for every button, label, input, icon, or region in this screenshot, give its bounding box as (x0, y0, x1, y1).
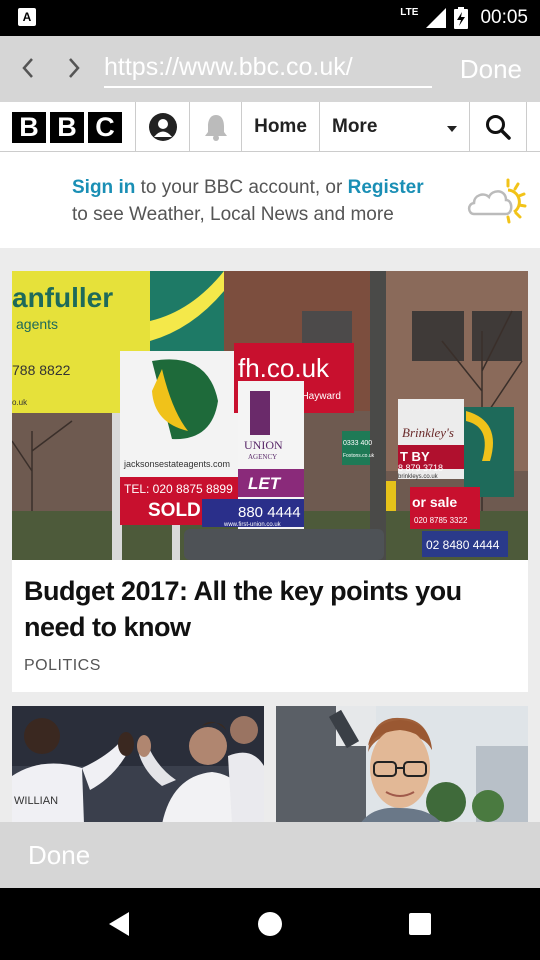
system-navigation-bar (0, 888, 540, 960)
man-portrait-photo (276, 706, 528, 824)
jersey-name: WILLIAN (14, 795, 58, 807)
account-button[interactable] (135, 102, 189, 152)
register-link[interactable]: Register (348, 177, 424, 198)
back-button[interactable] (10, 50, 46, 86)
sign5-status: T BY (400, 449, 430, 464)
bbc-logo[interactable]: B B C (12, 112, 122, 143)
logo-letter-b1: B (12, 112, 46, 143)
logo-letter-c: C (88, 112, 122, 143)
done-button-top[interactable]: Done (460, 54, 522, 85)
sign2-sold: SOLD (148, 500, 201, 521)
sign2-web: jacksonsestateagents.com (123, 459, 230, 469)
football-photo: WILLIAN (12, 706, 264, 824)
sign7-phone: 02 8480 4444 (426, 538, 500, 552)
system-recents-button[interactable] (402, 906, 438, 942)
nav-more[interactable]: More (319, 102, 469, 152)
sign1-phone: 788 8822 (12, 362, 71, 378)
top-story-image: anfuller agents 788 8822 o.uk jacksonses… (12, 271, 528, 560)
sign4-name: UNION (244, 438, 283, 452)
browser-toolbar: https://www.bbc.co.uk/ Done (0, 36, 540, 102)
sign1-web: o.uk (12, 398, 28, 407)
recents-square-icon (409, 913, 431, 935)
forward-button[interactable] (56, 50, 92, 86)
signin-text-1: to your BBC account, or (135, 177, 348, 198)
system-home-button[interactable] (252, 906, 288, 942)
sign8-web: Foxtons.co.uk (343, 453, 375, 459)
top-story-section[interactable]: POLITICS (24, 657, 101, 675)
notification-icon: A (18, 8, 36, 26)
sign6-phone: 020 8785 3322 (414, 516, 468, 525)
battery-icon (454, 7, 469, 29)
partly-sunny-icon (467, 178, 527, 224)
story-thumbnail-man[interactable] (276, 706, 528, 824)
sign4-web: www.first-union.co.uk (223, 522, 282, 528)
sign2-tel: TEL: 020 8875 8899 (124, 482, 233, 496)
back-triangle-icon (109, 912, 129, 936)
url-field[interactable]: https://www.bbc.co.uk/ (104, 50, 432, 88)
search-button[interactable] (469, 102, 527, 152)
signin-text: Sign in to your BBC account, or Register… (72, 174, 462, 228)
story-thumbnail-football[interactable]: WILLIAN (12, 706, 264, 824)
sign3-web: fh.co.uk (238, 353, 330, 383)
system-back-button[interactable] (102, 906, 138, 942)
notifications-button[interactable] (189, 102, 241, 152)
search-icon (486, 115, 511, 140)
chevron-left-icon (22, 58, 33, 78)
sign1-name: anfuller (12, 282, 113, 313)
sign5-name: Brinkley's (402, 425, 454, 440)
signal-icon (426, 8, 447, 28)
nav-more-label: More (332, 116, 378, 137)
caret-down-icon (447, 126, 457, 132)
clock: 00:05 (480, 7, 528, 28)
sign6-status: or sale (412, 494, 457, 510)
sign4-phone: 880 4444 (238, 504, 301, 521)
nav-home[interactable]: Home (241, 102, 319, 152)
bell-icon (204, 115, 227, 141)
bottom-toolbar: Done (0, 822, 540, 888)
sign4-let: LET (248, 474, 282, 493)
bbc-navigation: B B C Home More (0, 102, 540, 152)
done-button-bottom[interactable]: Done (28, 840, 90, 871)
network-type: LTE (400, 6, 419, 18)
logo-letter-b2: B (50, 112, 84, 143)
status-right: LTE 00:05 (400, 0, 528, 36)
sign1-sub: agents (16, 316, 58, 332)
signin-banner: Sign in to your BBC account, or Register… (0, 152, 540, 248)
signin-link[interactable]: Sign in (72, 177, 135, 198)
estate-agent-signs-photo: anfuller agents 788 8822 o.uk jacksonses… (12, 271, 528, 560)
home-circle-icon (258, 912, 282, 936)
chevron-right-icon (69, 58, 80, 78)
sign5-phone: 8 879 3718 (398, 463, 443, 473)
sign8-phone: 0333 400 (343, 440, 372, 447)
signin-text-2: to see Weather, Local News and more (72, 204, 394, 225)
sign5-web: brinkleys.co.uk (398, 474, 439, 480)
account-icon (148, 113, 177, 141)
top-story-card[interactable]: anfuller agents 788 8822 o.uk jacksonses… (12, 271, 528, 692)
status-bar: A LTE 00:05 (0, 0, 540, 36)
top-story-headline[interactable]: Budget 2017: All the key points you need… (24, 573, 520, 645)
sign4-sub: AGENCY (248, 453, 277, 461)
